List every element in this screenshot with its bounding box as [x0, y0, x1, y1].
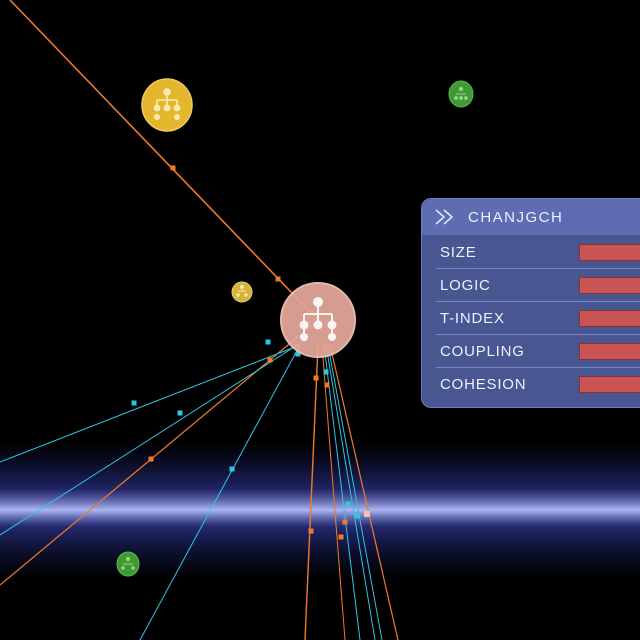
dependency-link — [329, 344, 399, 640]
dependency-link — [139, 344, 301, 640]
chevron-right-icon[interactable] — [434, 208, 456, 231]
link-marker — [177, 410, 183, 416]
link-marker — [354, 513, 360, 519]
metric-label: SIZE — [440, 244, 477, 261]
metric-label: LOGIC — [440, 277, 491, 294]
metric-row-size: SIZE — [436, 236, 640, 269]
link-marker — [323, 369, 329, 375]
metric-label: COHESION — [440, 376, 527, 393]
link-marker — [229, 466, 235, 472]
yellow-small-node[interactable] — [231, 281, 253, 303]
metric-row-cohesion: COHESION — [436, 368, 640, 401]
green-node[interactable] — [448, 80, 474, 108]
link-marker — [265, 339, 271, 345]
link-marker — [308, 528, 314, 534]
inspector-title: CHANJGCH — [468, 209, 564, 226]
link-marker — [170, 165, 176, 171]
metric-bar — [579, 277, 640, 294]
link-marker — [345, 501, 351, 507]
metric-bar — [579, 244, 640, 261]
link-marker — [364, 511, 370, 517]
metric-bar — [579, 343, 640, 360]
metric-bar — [579, 310, 640, 327]
dependency-link — [9, 0, 319, 321]
selected-node[interactable] — [280, 282, 356, 358]
yellow-node[interactable] — [141, 78, 193, 132]
link-marker — [324, 382, 330, 388]
link-marker — [131, 400, 137, 406]
link-marker — [313, 375, 319, 381]
link-marker — [275, 276, 281, 282]
link-marker — [267, 357, 273, 363]
green-node[interactable] — [116, 551, 140, 577]
dependency-link — [0, 344, 301, 463]
metrics-inspector-panel: CHANJGCH SIZE LOGIC T-INDEX COUPLING COH… — [421, 198, 640, 408]
link-marker — [148, 456, 154, 462]
metric-row-coupling: COUPLING — [436, 335, 640, 368]
inspector-header: CHANJGCH — [422, 199, 640, 235]
metric-label: T-INDEX — [440, 310, 505, 327]
metric-row-t-index: T-INDEX — [436, 302, 640, 335]
link-marker — [338, 534, 344, 540]
metric-row-logic: LOGIC — [436, 269, 640, 302]
link-marker — [342, 519, 348, 525]
metric-label: COUPLING — [440, 343, 525, 360]
dependency-link — [304, 344, 319, 640]
metric-bar — [579, 376, 640, 393]
dependency-link — [0, 339, 306, 536]
